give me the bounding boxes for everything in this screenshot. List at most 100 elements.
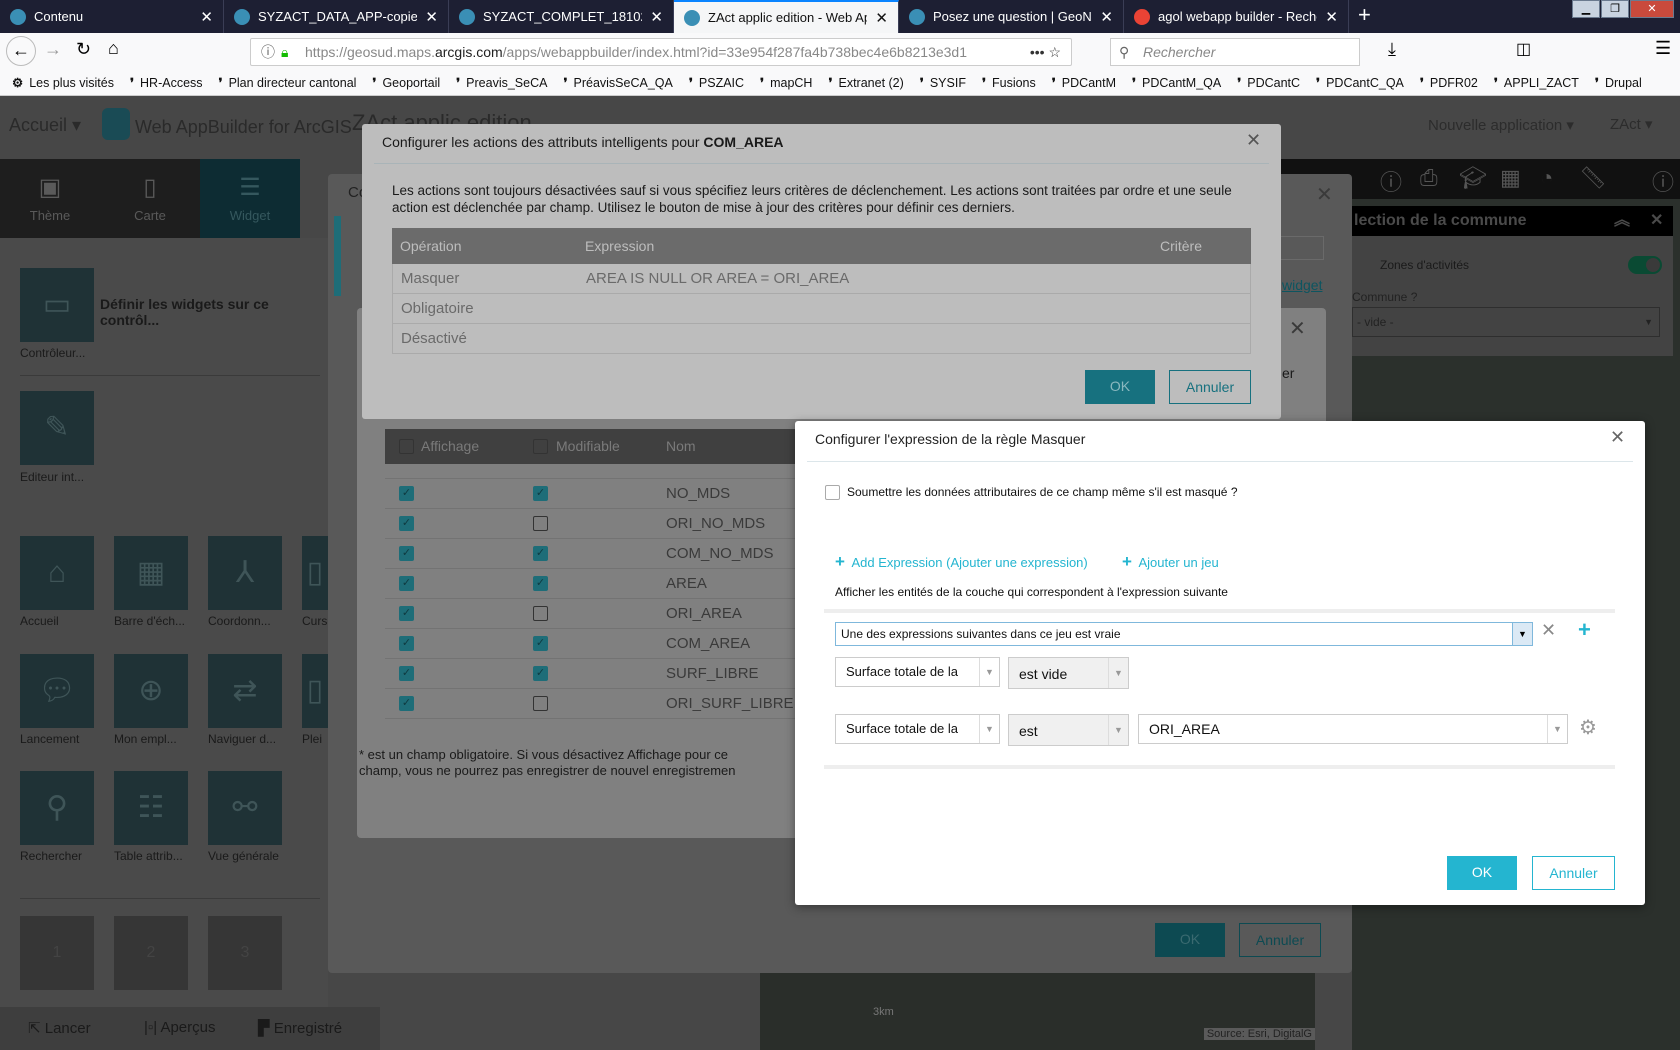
collapse-icon[interactable]: ︽ (1614, 206, 1630, 236)
menu-icon[interactable]: ☰ (1655, 38, 1671, 59)
display-checkbox[interactable]: ✓ (399, 606, 414, 621)
cancel-button[interactable]: Annuler (1532, 856, 1615, 890)
tab-syzact-data[interactable]: SYZACT_DATA_APP-copie - W✕ (224, 0, 449, 33)
editable-checkbox[interactable]: ✓ (533, 636, 548, 651)
widget-tile[interactable]: 💬︎ (20, 654, 94, 728)
close-icon[interactable]: ✕ (1246, 130, 1261, 151)
select-all-display-checkbox[interactable] (399, 439, 414, 454)
save-button[interactable]: ▛ Enregistré (258, 1019, 342, 1037)
widget-tile[interactable]: ☷ (114, 771, 188, 845)
widget-slot-1[interactable]: 1 (20, 916, 94, 990)
bookmark[interactable]: ⚙ Les plus visités (12, 75, 114, 90)
field-select-2[interactable]: Surface totale de la ▼ (835, 714, 1000, 744)
select-all-editable-checkbox[interactable] (533, 439, 548, 454)
set-mode-select[interactable]: Une des expressions suivantes dans ce je… (835, 622, 1533, 646)
value-select-2[interactable]: ORI_AREA ▼ (1138, 714, 1568, 744)
new-tab-button[interactable]: + (1358, 2, 1371, 28)
restore-button[interactable]: ❐ (1601, 0, 1629, 18)
back-button[interactable]: ← (6, 36, 36, 66)
operator-select-1[interactable]: est vide ▼ (1008, 657, 1129, 689)
add-expression-button[interactable]: + Add Expression (Ajouter une expression… (835, 552, 1088, 572)
widget-tile[interactable]: ⇄ (208, 654, 282, 728)
download-icon[interactable]: ⤓ (1388, 39, 1396, 60)
action-row[interactable]: Masquer AREA IS NULL OR AREA = ORI_AREA (392, 264, 1251, 294)
chart-icon[interactable]: ◔ (1540, 165, 1553, 191)
add-set-button[interactable]: + Ajouter un jeu (1122, 552, 1219, 572)
display-checkbox[interactable]: ✓ (399, 486, 414, 501)
editable-checkbox[interactable] (533, 696, 548, 711)
editable-checkbox[interactable] (533, 606, 548, 621)
minimize-button[interactable]: ▁ (1572, 0, 1600, 18)
layer-toggle[interactable] (1628, 256, 1662, 274)
close-icon[interactable]: ✕ (650, 8, 663, 26)
bookmark[interactable]: ❜ Geoportail (372, 75, 440, 90)
ok-button[interactable]: OK (1155, 923, 1225, 957)
add-to-set-icon[interactable]: + (1578, 617, 1591, 643)
close-icon[interactable]: ✕ (1650, 206, 1663, 236)
education-icon[interactable]: 🎓︎ (1459, 165, 1487, 191)
bookmark[interactable]: ❜ PréavisSeCA_QA (563, 75, 672, 90)
action-row[interactable]: Désactivé (392, 324, 1251, 354)
bookmark[interactable]: ❜ Extranet (2) (828, 75, 903, 90)
tab-syzact-complet[interactable]: SYZACT_COMPLET_181029 ✕ (449, 0, 674, 33)
text-field[interactable] (1278, 236, 1324, 260)
tab-zact-applic[interactable]: ZAct applic edition - Web AppB✕ (674, 0, 899, 33)
widget-tile[interactable]: ▯ (302, 654, 328, 728)
editable-checkbox[interactable]: ✓ (533, 486, 548, 501)
editable-checkbox[interactable] (533, 516, 548, 531)
submit-hidden-checkbox[interactable] (825, 485, 840, 500)
close-icon[interactable]: ✕ (1316, 182, 1333, 207)
operator-select-2[interactable]: est ▼ (1008, 714, 1129, 746)
close-icon[interactable]: ✕ (1325, 8, 1338, 26)
reload-button[interactable]: ↻ (76, 39, 91, 60)
display-checkbox[interactable]: ✓ (399, 546, 414, 561)
close-window-button[interactable]: ✕ (1630, 0, 1674, 18)
bookmark[interactable]: ❜ Plan directeur cantonal (219, 75, 357, 90)
display-checkbox[interactable]: ✓ (399, 636, 414, 651)
bookmark[interactable]: ❜ Drupal (1595, 75, 1642, 90)
bookmark[interactable]: ❜ PDCantC_QA (1316, 75, 1404, 90)
bookmark[interactable]: ❜ PDFR02 (1420, 75, 1478, 90)
info-icon[interactable]: ⓘ (1380, 165, 1402, 197)
action-row[interactable]: Obligatoire (392, 294, 1251, 324)
grid-icon[interactable]: ▦ (1500, 165, 1521, 191)
launch-button[interactable]: ⇱ Lancer (28, 1019, 91, 1037)
display-checkbox[interactable]: ✓ (399, 696, 414, 711)
cancel-button[interactable]: Annuler (1239, 923, 1321, 957)
editable-checkbox[interactable]: ✓ (533, 576, 548, 591)
widget-slot-2[interactable]: 2 (114, 916, 188, 990)
bookmark[interactable]: ❜ PDCantM_QA (1132, 75, 1221, 90)
ok-button[interactable]: OK (1447, 856, 1517, 890)
cancel-button[interactable]: Annuler (1169, 370, 1251, 404)
sidebar-icon[interactable]: ◫ (1516, 39, 1531, 59)
tab-map[interactable]: ▯ Carte (100, 159, 200, 238)
new-app-menu[interactable]: Nouvelle application ▾ (1428, 116, 1574, 134)
field-select-1[interactable]: Surface totale de la ▼ (835, 657, 1000, 687)
tab-contenu[interactable]: Contenu ✕ (0, 0, 224, 33)
ok-button[interactable]: OK (1085, 370, 1155, 404)
widget-tile[interactable]: ▦ (114, 536, 188, 610)
tab-widget[interactable]: ☰ Widget (200, 159, 300, 238)
print-icon[interactable]: ⎙ (1420, 165, 1438, 191)
display-checkbox[interactable]: ✓ (399, 666, 414, 681)
delete-set-icon[interactable]: ✕ (1541, 620, 1556, 641)
home-menu[interactable]: Accueil ▾ (9, 115, 81, 136)
preview-button[interactable]: |▫| Aperçus (144, 1019, 215, 1036)
close-icon[interactable]: ✕ (425, 8, 438, 26)
user-menu[interactable]: ZAct ▾ (1610, 115, 1653, 133)
controller-tile[interactable]: ▭ (20, 268, 94, 342)
close-icon[interactable]: ✕ (1100, 8, 1113, 26)
bookmark[interactable]: ❜ PSZAIC (689, 75, 744, 90)
editable-checkbox[interactable]: ✓ (533, 666, 548, 681)
widget-tile[interactable]: ⅄ (208, 536, 282, 610)
bookmark[interactable]: ❜ HR-Access (130, 75, 203, 90)
bookmark[interactable]: ❜ Fusions (982, 75, 1036, 90)
bookmark[interactable]: ❜ APPLI_ZACT (1494, 75, 1579, 90)
bookmark[interactable]: ❜ mapCH (760, 75, 812, 90)
close-icon[interactable]: ✕ (1289, 316, 1306, 341)
forward-button[interactable]: → (44, 39, 62, 60)
tab-google[interactable]: agol webapp builder - Recherch✕ (1124, 0, 1349, 33)
commune-select[interactable]: - vide - ▼ (1352, 307, 1660, 337)
page-actions-icon[interactable]: ••• ☆ (1030, 39, 1061, 65)
bookmark[interactable]: ❜ PDCantM (1052, 75, 1116, 90)
